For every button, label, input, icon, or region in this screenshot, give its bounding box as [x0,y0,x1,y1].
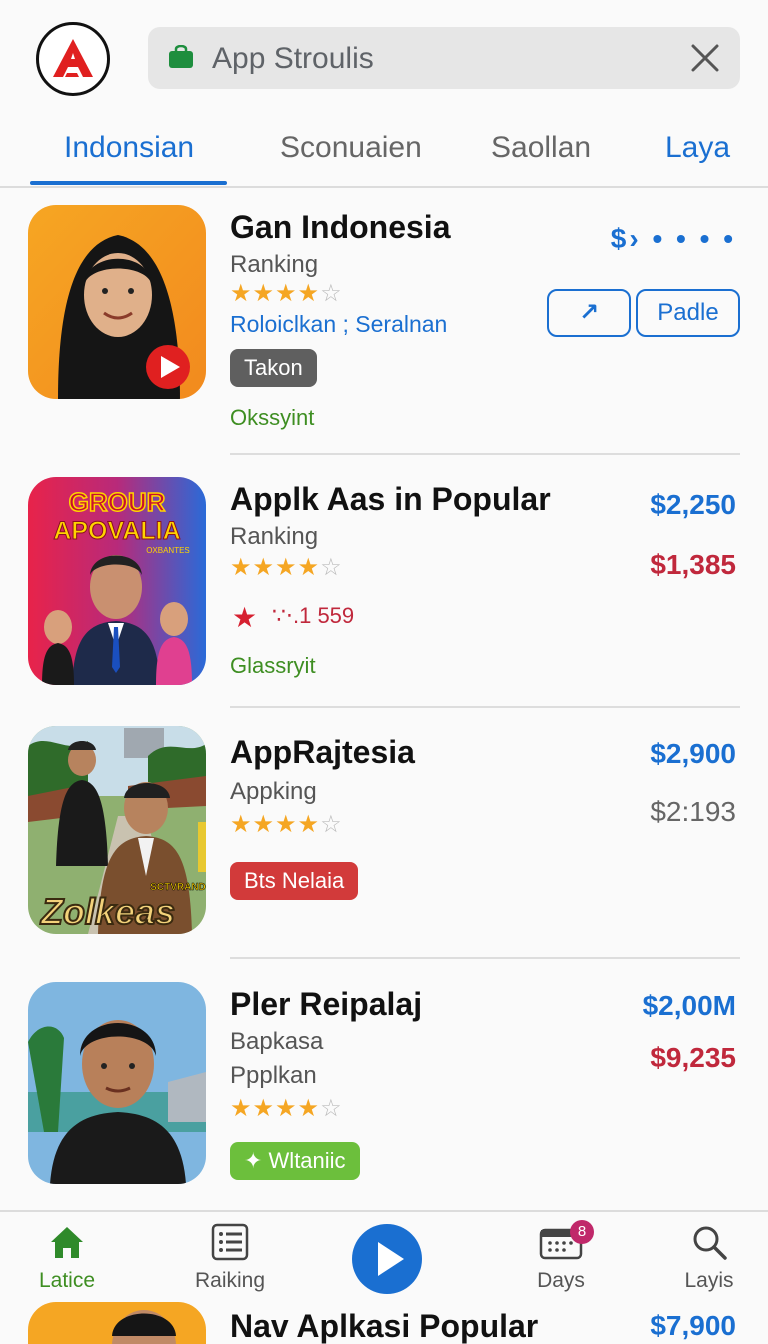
nav-label: Days [537,1269,585,1292]
tab-sconuaien[interactable]: Sconuaien [280,131,422,165]
rating-stars: ★★★★☆ [230,811,343,838]
rating-stars: ★★★★☆ [230,280,343,307]
list-item[interactable]: GROUR APOVALIA OXBANTES Applk Aas in Pop… [0,477,768,697]
nav-label: Latice [38,1269,96,1292]
price-primary: $2,250 [650,489,736,520]
tab-saollan[interactable]: Saollan [491,131,591,165]
price-primary: $7,900 [650,1310,736,1341]
rating-stars: ★★★★☆ [230,1095,343,1122]
tab-indonsian[interactable]: Indonsian [64,131,194,165]
price-primary: $2,900 [650,738,736,769]
play-button[interactable] [352,1224,422,1294]
app-subtitle: Bapkasa [230,1028,324,1055]
app-footer-text: Glassryit [230,653,316,678]
star-red-icon: ★ [232,602,258,633]
thumb-text-small: OXBANTES [146,546,190,555]
app-header: App Stroulis [0,0,768,115]
divider [230,453,740,455]
thumb-text: Zolkeas [40,891,175,932]
app-thumbnail[interactable] [28,982,206,1184]
padle-button[interactable]: Padle [636,289,740,337]
app-subtitle: Ranking [230,251,319,278]
price-primary: $2,00M [642,990,736,1021]
status-badge: ✦ Wltaniic [230,1142,360,1180]
list-item[interactable]: SCTVRAND Zolkeas AppRajtesia Appking ★★★… [0,726,768,946]
play-icon [378,1242,404,1276]
list-item-peek[interactable]: Nav Aplkasi Popular $7,900 [0,1302,768,1344]
price-secondary: $9,235 [650,1042,736,1073]
tab-active-indicator [30,181,227,185]
divider [230,706,740,708]
share-icon-button[interactable]: ↗ [547,289,631,337]
search-icon [693,1226,727,1260]
app-footer-text: Okssyint [230,405,315,430]
app-title[interactable]: Nav Aplkasi Popular [230,1308,538,1344]
nav-latice[interactable]: Latice [12,1222,122,1293]
store-bag-icon [169,45,193,68]
status-badge: Takon [230,349,317,387]
app-title[interactable]: AppRajtesia [230,734,415,771]
app-link[interactable]: Roloiclkan ; Seralnan [230,311,447,338]
list-item[interactable]: Pler Reipalaj Bapkasa Ppplkan ★★★★☆ ✦ Wl… [0,982,768,1192]
rating-stars: ★★★★☆ [230,554,343,581]
thumb-text-bottom: APOVALIA [53,517,180,545]
price: $› • • • • [610,223,736,254]
app-title[interactable]: Applk Aas in Popular [230,481,551,518]
tab-laya[interactable]: Laya [665,131,730,165]
app-subtitle: Ranking [230,523,319,550]
app-subtitle: Appking [230,778,317,805]
nav-label: Raiking [194,1269,266,1292]
notification-badge: 8 [570,1220,594,1244]
stat-text: ∵⋅.1 559 [272,603,355,628]
nav-label: Layis [684,1269,734,1292]
app-title[interactable]: Pler Reipalaj [230,986,422,1023]
bottom-navigation: Latice Raiking 8 Days Layis [0,1210,768,1302]
nav-layis[interactable]: Layis [654,1222,764,1293]
app-thumbnail[interactable] [28,205,206,399]
app-thumbnail[interactable]: GROUR APOVALIA OXBANTES [28,477,206,685]
app-logo[interactable] [36,22,110,96]
app-thumbnail[interactable]: SCTVRAND Zolkeas [28,726,206,934]
thumb-text-top: GROUR [69,487,166,517]
category-tabs: Indonsian Sconuaien Saollan Laya [0,115,768,188]
list-item[interactable]: Gan Indonesia Ranking ★★★★☆ Roloiclkan ;… [0,205,768,455]
app-title[interactable]: Gan Indonesia [230,209,450,246]
search-input[interactable]: App Stroulis [212,42,374,76]
status-badge: Bts Nelaia [230,862,359,900]
price-secondary: $2:193 [650,796,736,827]
app-subtitle-secondary: Ppplkan [230,1062,317,1089]
list-icon [211,1223,249,1261]
search-bar[interactable]: App Stroulis [148,27,740,89]
divider [230,957,740,959]
home-icon [51,1227,83,1258]
price-secondary: $1,385 [650,549,736,580]
app-logo-icon [53,39,93,77]
close-icon[interactable] [686,39,724,77]
nav-raiking[interactable]: Raiking [175,1222,285,1293]
nav-days[interactable]: 8 Days [506,1220,616,1293]
app-thumbnail[interactable] [28,1302,206,1344]
